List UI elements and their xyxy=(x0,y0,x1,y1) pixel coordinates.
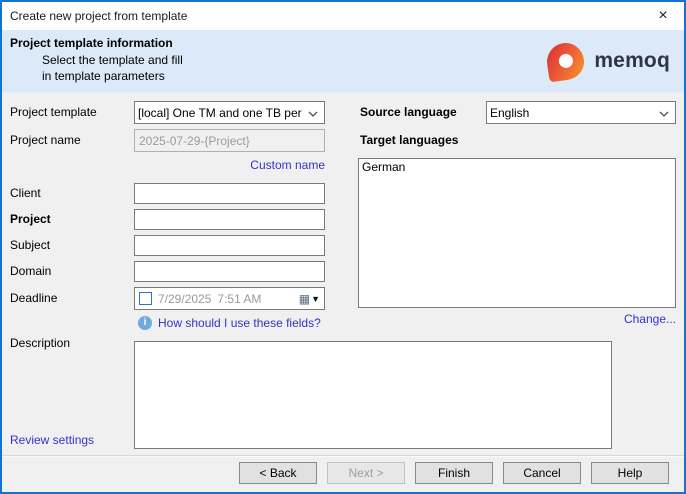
client-field[interactable] xyxy=(134,183,325,204)
review-settings-link[interactable]: Review settings xyxy=(10,433,94,447)
wizard-header: Project template information Select the … xyxy=(2,30,684,93)
cancel-button[interactable]: Cancel xyxy=(503,462,581,484)
custom-name-link[interactable]: Custom name xyxy=(134,158,325,172)
page-title: Project template information xyxy=(10,36,173,50)
create-project-dialog: Create new project from template × Proje… xyxy=(0,0,686,494)
description-field[interactable] xyxy=(134,341,612,449)
deadline-time: 7:51 AM xyxy=(217,292,261,306)
project-template-value: [local] One TM and one TB per lan xyxy=(138,106,304,120)
deadline-picker[interactable]: 7/29/2025 7:51 AM ▦ ▼ xyxy=(134,287,325,310)
target-languages-label: Target languages xyxy=(360,133,458,147)
chevron-down-icon xyxy=(308,111,318,117)
source-language-label: Source language xyxy=(360,105,457,119)
fields-help-link[interactable]: How should I use these fields? xyxy=(158,316,321,330)
deadline-label: Deadline xyxy=(10,291,57,305)
window-title: Create new project from template xyxy=(10,2,187,30)
page-subtitle-line1: Select the template and fill xyxy=(42,53,183,67)
footer-separator xyxy=(2,455,684,456)
help-button[interactable]: Help xyxy=(591,462,669,484)
description-label: Description xyxy=(10,336,70,350)
client-label: Client xyxy=(10,186,41,200)
memoq-brand: memoq xyxy=(547,41,670,81)
project-template-combobox[interactable]: [local] One TM and one TB per lan xyxy=(134,101,325,124)
chevron-down-icon xyxy=(659,111,669,117)
project-name-field: 2025-07-29-{Project} xyxy=(134,129,325,152)
subject-label: Subject xyxy=(10,238,50,252)
info-icon: i xyxy=(138,316,152,330)
close-icon[interactable]: × xyxy=(652,5,674,27)
back-button[interactable]: < Back xyxy=(239,462,317,484)
deadline-checkbox[interactable] xyxy=(139,292,152,305)
deadline-date: 7/29/2025 xyxy=(158,292,211,306)
next-button: Next > xyxy=(327,462,405,484)
page-subtitle-line2: in template parameters xyxy=(42,69,165,83)
memoq-logo-hole xyxy=(558,53,574,69)
deadline-calendar-dropdown[interactable]: ▦ ▼ xyxy=(299,293,320,305)
calendar-icon: ▦ xyxy=(299,293,310,305)
source-language-combobox[interactable]: English xyxy=(486,101,676,124)
project-field[interactable] xyxy=(134,209,325,230)
finish-button[interactable]: Finish xyxy=(415,462,493,484)
title-bar: Create new project from template × xyxy=(2,2,684,30)
project-label: Project xyxy=(10,212,51,226)
project-name-value: 2025-07-29-{Project} xyxy=(139,134,250,148)
target-languages-list[interactable]: German xyxy=(358,158,676,308)
memoq-logo-icon xyxy=(545,40,587,82)
change-languages-link[interactable]: Change... xyxy=(358,312,676,326)
source-language-value: English xyxy=(490,106,655,120)
memoq-brand-text: memoq xyxy=(594,49,670,73)
dropdown-arrow-icon: ▼ xyxy=(311,293,320,305)
list-item[interactable]: German xyxy=(359,159,675,175)
domain-label: Domain xyxy=(10,264,51,278)
domain-field[interactable] xyxy=(134,261,325,282)
project-template-label: Project template xyxy=(10,105,97,119)
subject-field[interactable] xyxy=(134,235,325,256)
project-name-label: Project name xyxy=(10,133,81,147)
